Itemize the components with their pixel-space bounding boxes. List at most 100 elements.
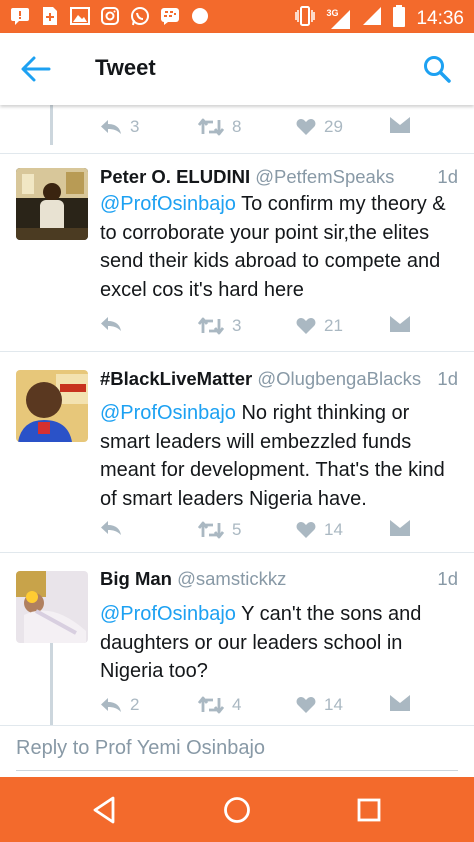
reply-action[interactable]: [100, 520, 130, 536]
avatar[interactable]: [16, 168, 88, 240]
square-recents-icon: [357, 798, 381, 822]
search-button[interactable]: [422, 54, 452, 84]
like-action[interactable]: 21: [296, 316, 343, 336]
reply-count: 3: [130, 117, 140, 136]
retweet-count: 8: [232, 117, 242, 136]
like-count: 14: [324, 695, 343, 714]
reply-action[interactable]: 3: [100, 117, 139, 137]
reply-underline: [16, 770, 458, 771]
dm-action[interactable]: [390, 316, 410, 332]
tweet-divider: [0, 153, 474, 154]
tweet-text: @ProfOsinbajo Y can't the sons and daugh…: [100, 600, 460, 686]
retweet-action[interactable]: 5: [198, 520, 241, 540]
tweet-text: @ProfOsinbajo No right thinking or smart…: [100, 399, 460, 513]
dm-action[interactable]: [390, 520, 410, 536]
retweet-count: 3: [232, 316, 242, 335]
avatar[interactable]: [16, 571, 88, 643]
tweet-item[interactable]: Big Man @samstickkz 1d @ProfOsinbajo Y c…: [0, 568, 474, 725]
tweet-item[interactable]: Peter O. ELUDINI @PetfemSpeaks 1d @ProfO…: [0, 166, 474, 351]
like-count: 14: [324, 520, 343, 539]
mention-link[interactable]: @ProfOsinbajo: [100, 402, 236, 424]
tweet-divider: [0, 552, 474, 553]
nav-home-button[interactable]: [220, 793, 254, 827]
instagram-icon: [100, 6, 120, 26]
mention-link[interactable]: @ProfOsinbajo: [100, 603, 236, 625]
clock: 14:36: [416, 7, 464, 29]
status-bar: 3G 14:36: [0, 0, 474, 33]
triangle-back-icon: [93, 796, 115, 824]
author-handle[interactable]: @samstickkz: [177, 568, 286, 589]
envelope-icon: [390, 316, 410, 332]
tweet-divider: [0, 351, 474, 352]
tweet-header: Big Man @samstickkz: [100, 568, 460, 590]
tweet-text: @ProfOsinbajo To confirm my theory & to …: [100, 190, 460, 304]
author-name[interactable]: Big Man: [100, 568, 172, 589]
reply-action[interactable]: [100, 316, 130, 332]
retweet-count: 4: [232, 695, 242, 714]
tweet-actions: 2 4 14: [0, 695, 410, 719]
composer-divider: [0, 725, 474, 726]
app-bar: Tweet: [0, 33, 474, 105]
retweet-icon: [198, 118, 224, 136]
reply-count: 2: [130, 695, 140, 714]
like-count: 29: [324, 117, 343, 136]
author-handle[interactable]: @PetfemSpeaks: [255, 166, 394, 187]
thread-connector: [50, 105, 53, 145]
like-action[interactable]: 14: [296, 520, 343, 540]
dm-action[interactable]: [390, 695, 410, 711]
search-icon: [424, 56, 451, 83]
arrow-left-icon: [21, 56, 51, 82]
reply-action[interactable]: 2: [100, 695, 139, 715]
reply-icon: [101, 521, 121, 535]
dm-action[interactable]: [390, 117, 410, 133]
retweet-action[interactable]: 3: [198, 316, 241, 336]
author-name[interactable]: Peter O. ELUDINI: [100, 166, 250, 187]
tweet-actions: 3 21: [0, 316, 410, 340]
heart-icon: [296, 522, 316, 538]
heart-icon: [296, 119, 316, 135]
circle-home-icon: [224, 797, 250, 823]
back-button[interactable]: [20, 55, 52, 83]
mention-link[interactable]: @ProfOsinbajo: [100, 193, 236, 215]
retweet-icon: [198, 317, 224, 335]
sim-icon: [40, 6, 60, 26]
tweet-actions: 3 8 29: [100, 117, 430, 141]
dot-icon: [190, 6, 210, 26]
gallery-icon: [70, 6, 90, 26]
tweet-item[interactable]: #BlackLiveMatter @OlugbengaBlacks 1d @Pr…: [0, 368, 474, 550]
signal-3g-icon: 3G: [326, 8, 352, 30]
nav-recents-button[interactable]: [352, 793, 386, 827]
like-action[interactable]: 29: [296, 117, 343, 137]
whatsapp-icon: [130, 6, 150, 26]
retweet-action[interactable]: 8: [198, 117, 241, 137]
reply-composer: Reply to Prof Yemi Osinbajo: [0, 725, 474, 777]
tweet-time: 1d: [437, 368, 458, 389]
nav-back-button[interactable]: [88, 793, 122, 827]
envelope-icon: [390, 520, 410, 536]
tweet-time: 1d: [437, 166, 458, 187]
like-count: 21: [324, 316, 343, 335]
retweet-action[interactable]: 4: [198, 695, 241, 715]
heart-icon: [296, 697, 316, 713]
bbm-icon: [160, 6, 180, 26]
envelope-icon: [390, 117, 410, 133]
vibrate-icon: [294, 6, 316, 31]
author-handle[interactable]: @OlugbengaBlacks: [257, 368, 421, 389]
reply-icon: [101, 317, 121, 331]
page-title: Tweet: [95, 55, 156, 80]
like-action[interactable]: 14: [296, 695, 343, 715]
tweet-time: 1d: [437, 568, 458, 589]
author-name[interactable]: #BlackLiveMatter: [100, 368, 252, 389]
retweet-count: 5: [232, 520, 242, 539]
tweet-header: Peter O. ELUDINI @PetfemSpeaks: [100, 166, 460, 188]
battery-icon: [392, 5, 406, 32]
envelope-icon: [390, 695, 410, 711]
tweet-thread: 3 8 29 Peter O. ELUDINI @PetfemSpeaks 1d…: [0, 105, 474, 725]
signal-icon: [362, 6, 382, 31]
reply-input[interactable]: Reply to Prof Yemi Osinbajo: [16, 737, 265, 760]
avatar[interactable]: [16, 370, 88, 442]
message-icon: [10, 6, 30, 26]
retweet-icon: [198, 521, 224, 539]
heart-icon: [296, 318, 316, 334]
reply-icon: [101, 120, 121, 134]
